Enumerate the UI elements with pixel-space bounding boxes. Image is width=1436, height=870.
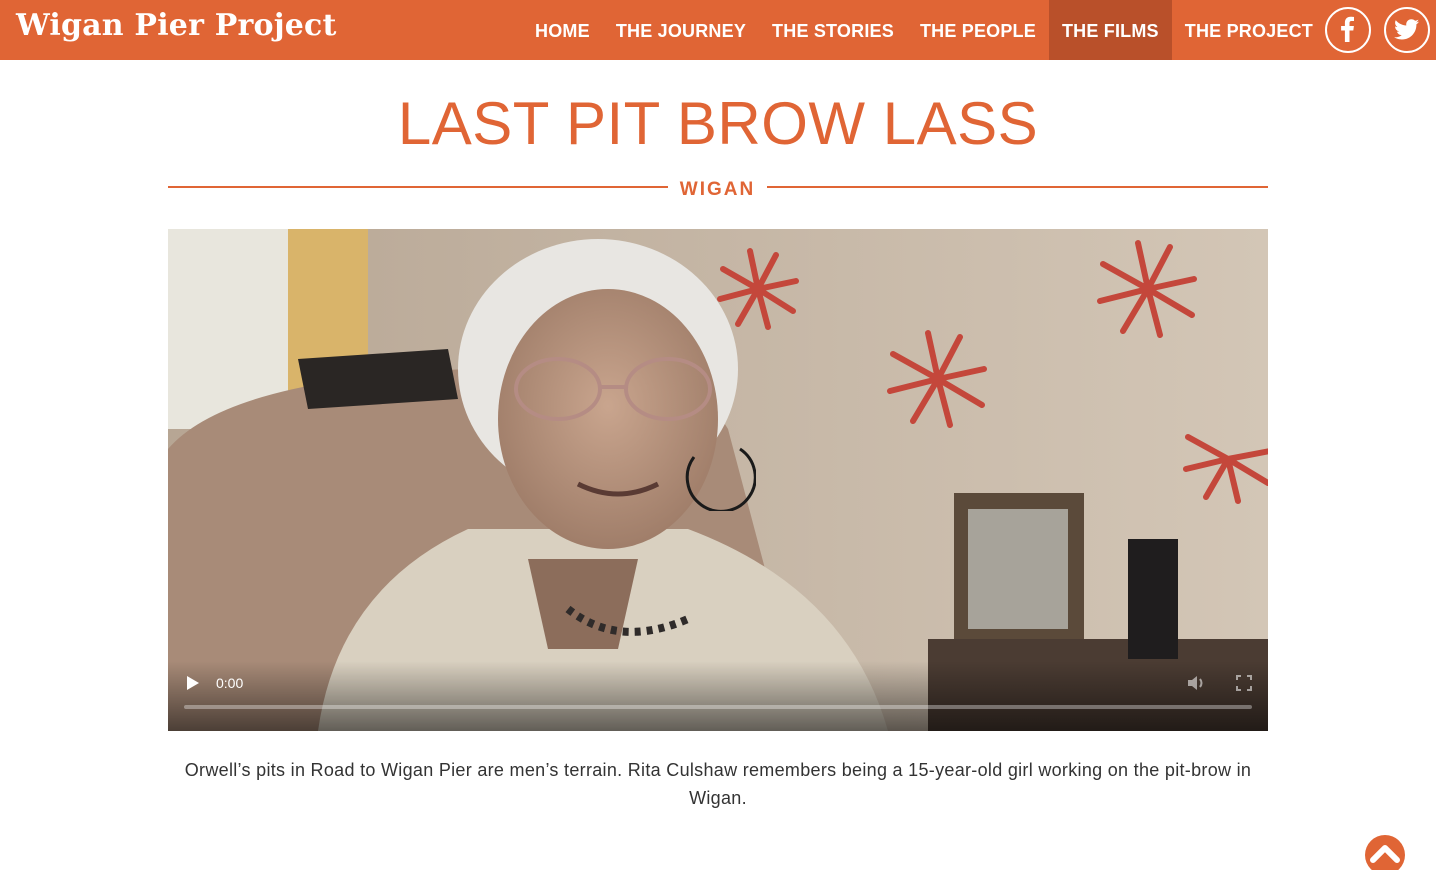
- spinner-icon: [685, 447, 756, 511]
- back-to-top-button[interactable]: [1365, 835, 1405, 870]
- film-description: Orwell’s pits in Road to Wigan Pier are …: [184, 760, 1252, 808]
- nav-the-stories[interactable]: THE STORIES: [759, 0, 907, 60]
- video-time: 0:00: [216, 675, 244, 691]
- title-divider-left: [168, 186, 668, 188]
- page-title: LAST PIT BROW LASS: [397, 90, 1039, 157]
- facebook-icon[interactable]: [1325, 7, 1371, 53]
- play-icon[interactable]: [186, 675, 200, 691]
- nav-the-project[interactable]: THE PROJECT: [1172, 0, 1326, 60]
- video-progress-bar[interactable]: [184, 705, 1252, 709]
- volume-icon[interactable]: [1186, 673, 1206, 693]
- location-label: WIGAN: [679, 179, 756, 200]
- nav-the-journey[interactable]: THE JOURNEY: [603, 0, 759, 60]
- chevron-up-icon: [1370, 845, 1400, 863]
- video-controls: [168, 661, 1268, 731]
- nav-the-people[interactable]: THE PEOPLE: [907, 0, 1049, 60]
- main-nav: HOME THE JOURNEY THE STORIES THE PEOPLE …: [522, 0, 1326, 60]
- title-divider-right: [767, 186, 1268, 188]
- site-header: Wigan Pier Project HOME THE JOURNEY THE …: [0, 0, 1436, 60]
- site-logo[interactable]: Wigan Pier Project: [16, 6, 337, 46]
- nav-the-films[interactable]: THE FILMS: [1048, 0, 1172, 60]
- nav-home[interactable]: HOME: [522, 0, 603, 60]
- video-player[interactable]: 0:00: [168, 229, 1268, 731]
- twitter-icon[interactable]: [1384, 7, 1430, 53]
- fullscreen-icon[interactable]: [1236, 675, 1252, 691]
